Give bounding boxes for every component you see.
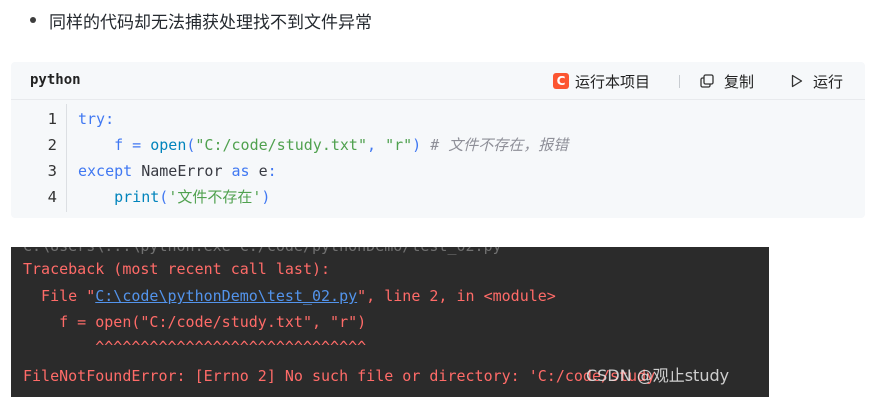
code-token: "r" <box>385 136 413 154</box>
copy-label: 复制 <box>724 72 755 91</box>
error-message: FileNotFoundError: [Errno 2] No such fil… <box>23 367 656 385</box>
code-token: print <box>114 188 160 206</box>
run-project-label: 运行本项目 <box>575 72 651 91</box>
code-token: '文件不存在' <box>168 188 262 206</box>
file-link[interactable]: C:\code\pythonDemo\test_02.py <box>95 287 357 305</box>
code-token: "C:/code/study.txt" <box>195 136 367 154</box>
file-suffix: ", line 2, in <module> <box>357 287 556 305</box>
code-token: try <box>78 110 106 128</box>
code-token: e <box>249 162 268 180</box>
line-number-gutter: 1 2 3 4 <box>11 104 67 212</box>
copy-icon <box>700 74 714 88</box>
line-number: 2 <box>47 136 57 154</box>
code-token: ) <box>412 136 431 154</box>
csdn-c-icon: C <box>553 73 569 89</box>
run-project-button[interactable]: C 运行本项目 <box>553 70 650 92</box>
code-token: , <box>367 136 386 154</box>
language-label: python <box>30 72 81 88</box>
code-token: # 文件不存在，报错 <box>430 136 569 154</box>
run-button[interactable]: 运行 <box>791 70 843 92</box>
code-line: f = open("C:/code/study.txt", "r") # 文件不… <box>78 132 568 158</box>
code-block: python C 运行本项目 复制 运行 1 2 3 4 try: f = op… <box>11 62 865 218</box>
bullet-text: 同样的代码却无法捕获处理找不到文件异常 <box>49 12 372 33</box>
code-token: NameError <box>132 162 232 180</box>
line-number: 4 <box>47 188 57 206</box>
code-token: : <box>105 110 115 128</box>
code-token: f = <box>78 136 151 154</box>
code-line: except NameError as e: <box>78 158 277 184</box>
code-token: except <box>78 162 133 180</box>
code-body: 1 2 3 4 try: f = open("C:/code/study.txt… <box>11 104 865 214</box>
bullet-dot <box>30 17 36 23</box>
line-number: 1 <box>47 110 57 128</box>
code-token: open <box>150 136 187 154</box>
code-line: try: <box>78 106 114 132</box>
copy-button[interactable]: 复制 <box>700 70 754 92</box>
code-token: ) <box>261 188 271 206</box>
code-token: : <box>267 162 277 180</box>
traceback-file-line: File "C:\code\pythonDemo\test_02.py", li… <box>23 283 556 309</box>
traceback-header: Traceback (most recent call last): <box>23 260 331 278</box>
run-label: 运行 <box>813 72 844 91</box>
code-line: print('文件不存在') <box>78 184 270 210</box>
bullet-item: 同样的代码却无法捕获处理找不到文件异常 <box>30 6 372 34</box>
csdn-watermark: CSDN @观止study <box>586 366 730 385</box>
traceback-code-line: f = open("C:/code/study.txt", "r") <box>23 313 367 331</box>
terminal-output: C:\Users\...\python.exe C:/code/pythonDe… <box>11 247 769 397</box>
header-divider <box>679 75 680 88</box>
code-block-header: python C 运行本项目 复制 运行 <box>11 62 865 100</box>
play-icon <box>791 74 803 88</box>
code-token: ( <box>159 188 169 206</box>
line-number: 3 <box>47 162 57 180</box>
file-prefix: File " <box>23 287 96 305</box>
traceback-carets: ^^^^^^^^^^^^^^^^^^^^^^^^^^^^^^ <box>23 338 367 356</box>
code-token: as <box>231 162 250 180</box>
